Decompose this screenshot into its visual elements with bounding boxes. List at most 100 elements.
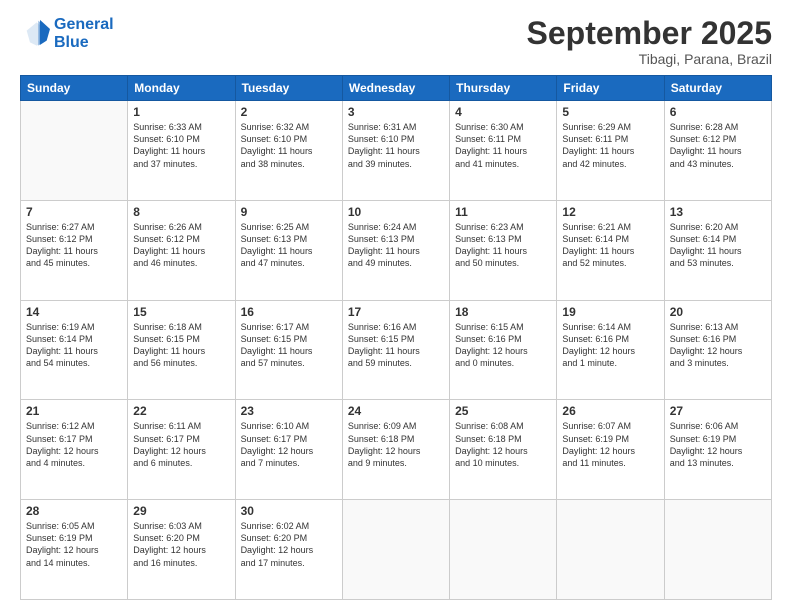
cell-content: Sunrise: 6:12 AM Sunset: 6:17 PM Dayligh… — [26, 420, 122, 469]
day-number: 17 — [348, 305, 444, 319]
calendar-cell: 17 Sunrise: 6:16 AM Sunset: 6:15 PM Dayli… — [342, 300, 449, 400]
day-number: 10 — [348, 205, 444, 219]
calendar-cell: 27 Sunrise: 6:06 AM Sunset: 6:19 PM Dayli… — [664, 400, 771, 500]
calendar-cell: 10Sunrise: 6:24 AM Sunset: 6:13 PM Dayli… — [342, 200, 449, 300]
cell-content: Sunrise: 6:17 AM Sunset: 6:15 PM Dayligh… — [241, 321, 337, 370]
calendar-cell — [21, 101, 128, 201]
logo: General Blue — [20, 16, 114, 51]
calendar-cell: 28Sunrise: 6:05 AM Sunset: 6:19 PM Dayli… — [21, 500, 128, 600]
cell-content: Sunrise: 6:13 AM Sunset: 6:16 PM Dayligh… — [670, 321, 766, 370]
logo-line2: Blue — [54, 34, 89, 51]
week-row-4: 21 Sunrise: 6:12 AM Sunset: 6:17 PM Dayli… — [21, 400, 772, 500]
calendar-cell: 20Sunrise: 6:13 AM Sunset: 6:16 PM Dayli… — [664, 300, 771, 400]
cell-content: Sunrise: 6:15 AM Sunset: 6:16 PM Dayligh… — [455, 321, 551, 370]
week-row-2: 7 Sunrise: 6:27 AM Sunset: 6:12 PM Daylig… — [21, 200, 772, 300]
day-number: 12 — [562, 205, 658, 219]
day-header-thursday: Thursday — [450, 76, 557, 101]
cell-content: Sunrise: 6:08 AM Sunset: 6:18 PM Dayligh… — [455, 420, 551, 469]
day-number: 27 — [670, 404, 766, 418]
calendar-cell: 29Sunrise: 6:03 AM Sunset: 6:20 PM Dayli… — [128, 500, 235, 600]
day-number: 24 — [348, 404, 444, 418]
day-number: 9 — [241, 205, 337, 219]
day-number: 7 — [26, 205, 122, 219]
day-number: 21 — [26, 404, 122, 418]
day-header-wednesday: Wednesday — [342, 76, 449, 101]
cell-content: Sunrise: 6:20 AM Sunset: 6:14 PM Dayligh… — [670, 221, 766, 270]
day-number: 13 — [670, 205, 766, 219]
calendar-cell: 4Sunrise: 6:30 AM Sunset: 6:11 PM Daylig… — [450, 101, 557, 201]
calendar-cell: 9 Sunrise: 6:25 AM Sunset: 6:13 PM Daylig… — [235, 200, 342, 300]
day-number: 25 — [455, 404, 551, 418]
calendar-cell — [557, 500, 664, 600]
calendar-cell: 3 Sunrise: 6:31 AM Sunset: 6:10 PM Daylig… — [342, 101, 449, 201]
cell-content: Sunrise: 6:32 AM Sunset: 6:10 PM Dayligh… — [241, 121, 337, 170]
cell-content: Sunrise: 6:14 AM Sunset: 6:16 PM Dayligh… — [562, 321, 658, 370]
day-number: 5 — [562, 105, 658, 119]
day-number: 18 — [455, 305, 551, 319]
cell-content: Sunrise: 6:31 AM Sunset: 6:10 PM Dayligh… — [348, 121, 444, 170]
cell-content: Sunrise: 6:27 AM Sunset: 6:12 PM Dayligh… — [26, 221, 122, 270]
cell-content: Sunrise: 6:07 AM Sunset: 6:19 PM Dayligh… — [562, 420, 658, 469]
calendar-cell: 19 Sunrise: 6:14 AM Sunset: 6:16 PM Dayli… — [557, 300, 664, 400]
calendar-cell: 8 Sunrise: 6:26 AM Sunset: 6:12 PM Daylig… — [128, 200, 235, 300]
day-number: 22 — [133, 404, 229, 418]
calendar-cell: 11 Sunrise: 6:23 AM Sunset: 6:13 PM Dayli… — [450, 200, 557, 300]
cell-content: Sunrise: 6:19 AM Sunset: 6:14 PM Dayligh… — [26, 321, 122, 370]
calendar-cell: 24 Sunrise: 6:09 AM Sunset: 6:18 PM Dayli… — [342, 400, 449, 500]
week-row-1: 1Sunrise: 6:33 AM Sunset: 6:10 PM Daylig… — [21, 101, 772, 201]
cell-content: Sunrise: 6:33 AM Sunset: 6:10 PM Dayligh… — [133, 121, 229, 170]
day-number: 8 — [133, 205, 229, 219]
day-number: 3 — [348, 105, 444, 119]
calendar-cell: 18 Sunrise: 6:15 AM Sunset: 6:16 PM Dayli… — [450, 300, 557, 400]
cell-content: Sunrise: 6:25 AM Sunset: 6:13 PM Dayligh… — [241, 221, 337, 270]
cell-content: Sunrise: 6:23 AM Sunset: 6:13 PM Dayligh… — [455, 221, 551, 270]
day-number: 30 — [241, 504, 337, 518]
day-number: 19 — [562, 305, 658, 319]
header: General Blue September 2025 Tibagi, Para… — [20, 16, 772, 67]
month-title: September 2025 — [527, 16, 772, 51]
day-number: 15 — [133, 305, 229, 319]
location: Tibagi, Parana, Brazil — [527, 51, 772, 67]
calendar-cell: 1Sunrise: 6:33 AM Sunset: 6:10 PM Daylig… — [128, 101, 235, 201]
calendar-cell — [664, 500, 771, 600]
calendar-cell: 26Sunrise: 6:07 AM Sunset: 6:19 PM Dayli… — [557, 400, 664, 500]
day-header-friday: Friday — [557, 76, 664, 101]
calendar-cell: 16 Sunrise: 6:17 AM Sunset: 6:15 PM Dayli… — [235, 300, 342, 400]
calendar-cell: 12 Sunrise: 6:21 AM Sunset: 6:14 PM Dayli… — [557, 200, 664, 300]
week-row-3: 14 Sunrise: 6:19 AM Sunset: 6:14 PM Dayli… — [21, 300, 772, 400]
day-number: 11 — [455, 205, 551, 219]
logo-icon — [20, 19, 50, 49]
cell-content: Sunrise: 6:11 AM Sunset: 6:17 PM Dayligh… — [133, 420, 229, 469]
cell-content: Sunrise: 6:21 AM Sunset: 6:14 PM Dayligh… — [562, 221, 658, 270]
calendar-cell: 22 Sunrise: 6:11 AM Sunset: 6:17 PM Dayli… — [128, 400, 235, 500]
calendar-cell: 25 Sunrise: 6:08 AM Sunset: 6:18 PM Dayli… — [450, 400, 557, 500]
cell-content: Sunrise: 6:26 AM Sunset: 6:12 PM Dayligh… — [133, 221, 229, 270]
cell-content: Sunrise: 6:05 AM Sunset: 6:19 PM Dayligh… — [26, 520, 122, 569]
cell-content: Sunrise: 6:16 AM Sunset: 6:15 PM Dayligh… — [348, 321, 444, 370]
page: General Blue September 2025 Tibagi, Para… — [0, 0, 792, 612]
cell-content: Sunrise: 6:09 AM Sunset: 6:18 PM Dayligh… — [348, 420, 444, 469]
cell-content: Sunrise: 6:18 AM Sunset: 6:15 PM Dayligh… — [133, 321, 229, 370]
day-header-monday: Monday — [128, 76, 235, 101]
calendar-cell: 21 Sunrise: 6:12 AM Sunset: 6:17 PM Dayli… — [21, 400, 128, 500]
logo-line1: General — [54, 16, 114, 33]
day-number: 16 — [241, 305, 337, 319]
logo-text: General Blue — [54, 16, 114, 51]
title-block: September 2025 Tibagi, Parana, Brazil — [527, 16, 772, 67]
cell-content: Sunrise: 6:02 AM Sunset: 6:20 PM Dayligh… — [241, 520, 337, 569]
cell-content: Sunrise: 6:06 AM Sunset: 6:19 PM Dayligh… — [670, 420, 766, 469]
day-header-sunday: Sunday — [21, 76, 128, 101]
day-number: 14 — [26, 305, 122, 319]
day-header-tuesday: Tuesday — [235, 76, 342, 101]
calendar-cell: 30 Sunrise: 6:02 AM Sunset: 6:20 PM Dayli… — [235, 500, 342, 600]
day-header-saturday: Saturday — [664, 76, 771, 101]
calendar-cell: 23 Sunrise: 6:10 AM Sunset: 6:17 PM Dayli… — [235, 400, 342, 500]
calendar-table: SundayMondayTuesdayWednesdayThursdayFrid… — [20, 75, 772, 600]
calendar-cell: 2Sunrise: 6:32 AM Sunset: 6:10 PM Daylig… — [235, 101, 342, 201]
calendar-cell: 15 Sunrise: 6:18 AM Sunset: 6:15 PM Dayli… — [128, 300, 235, 400]
cell-content: Sunrise: 6:10 AM Sunset: 6:17 PM Dayligh… — [241, 420, 337, 469]
calendar-cell: 7 Sunrise: 6:27 AM Sunset: 6:12 PM Daylig… — [21, 200, 128, 300]
day-number: 23 — [241, 404, 337, 418]
day-number: 4 — [455, 105, 551, 119]
cell-content: Sunrise: 6:28 AM Sunset: 6:12 PM Dayligh… — [670, 121, 766, 170]
